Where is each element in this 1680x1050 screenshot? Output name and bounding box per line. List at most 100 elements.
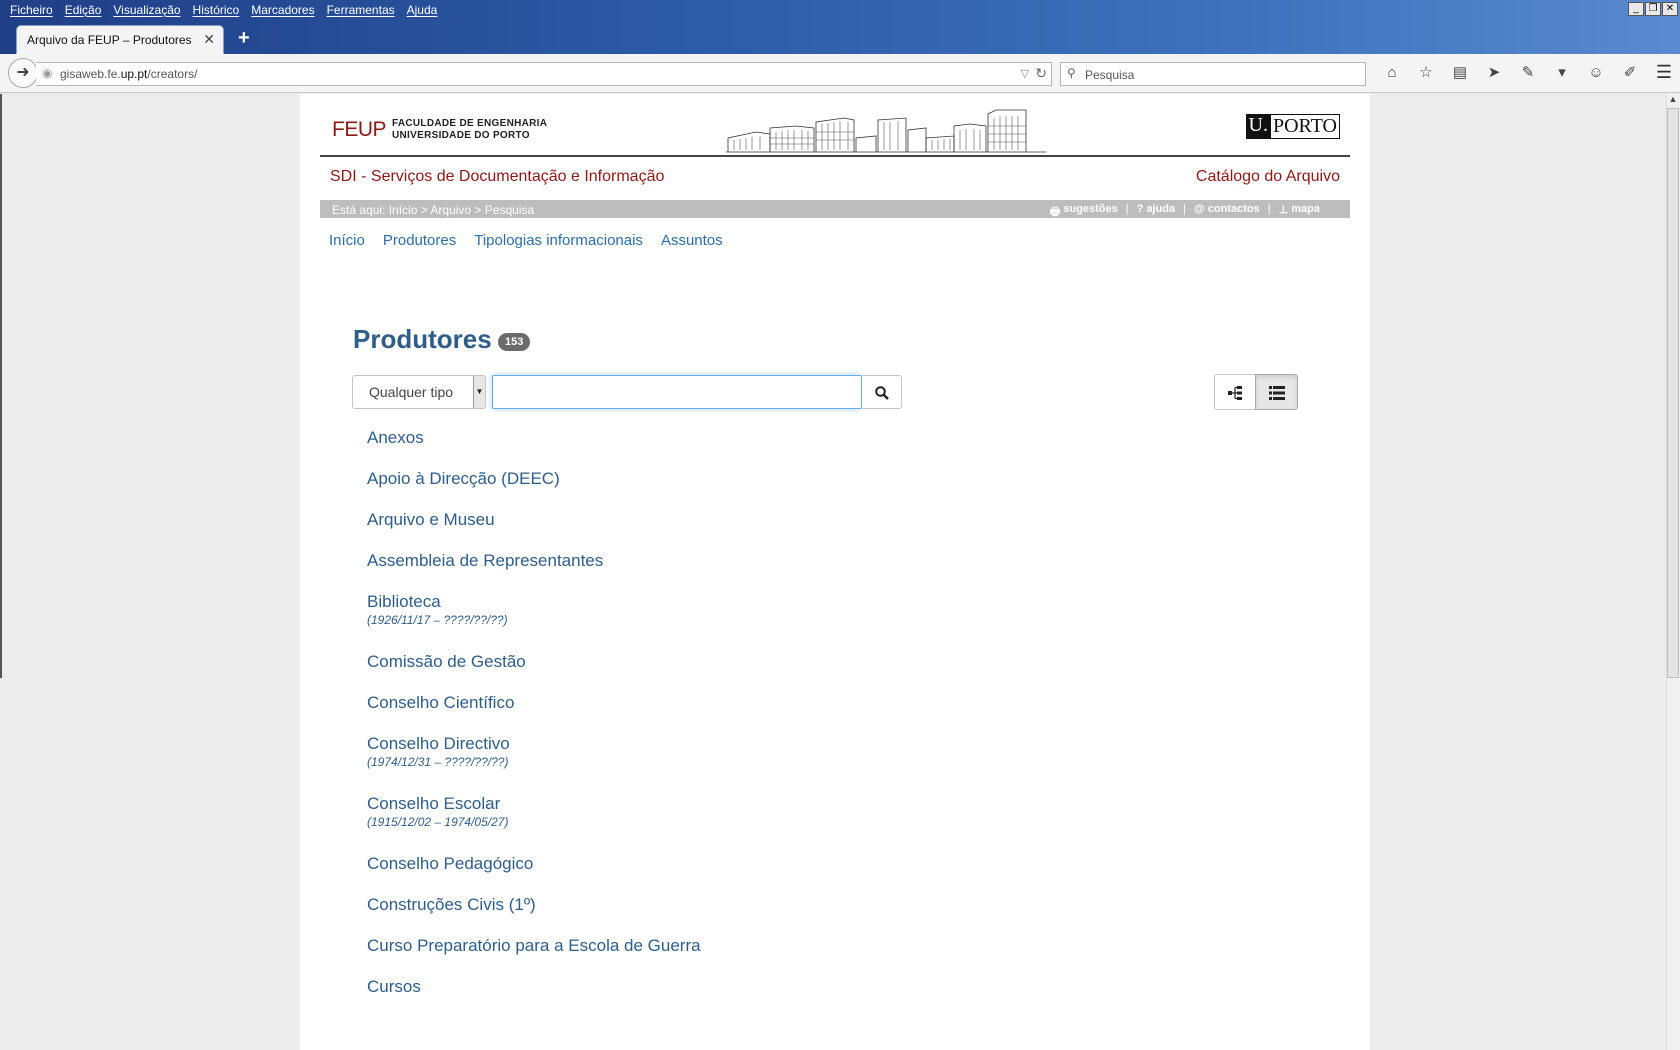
menu-ferramentas[interactable]: Ferramentas (323, 0, 403, 20)
feup-mark: FEUP (332, 118, 387, 141)
new-tab-icon[interactable]: + (238, 27, 250, 50)
list-view-button[interactable] (1255, 374, 1298, 410)
search-input[interactable] (492, 375, 862, 409)
producer-link[interactable]: Comissão de Gestão (367, 652, 701, 672)
menu-marcadores[interactable]: Marcadores (247, 0, 322, 20)
toolbar-icons: ⌂ ☆ ▤ ➤ ✎ ▾ ☺ ✐ (1375, 62, 1647, 86)
scroll-up-arrow-icon[interactable]: ▲ (1666, 94, 1680, 108)
page-content: FEUP FACULDADE DE ENGENHARIA UNIVERSIDADE… (300, 94, 1370, 1050)
tab-title: Arquivo da FEUP – Produtores (27, 33, 192, 47)
bookmark-star-icon[interactable]: ☆ (1409, 62, 1443, 86)
breadcrumb: Está aqui: Início > Arquivo > Pesquisa (332, 203, 535, 217)
producer-link[interactable]: Conselho Directivo (367, 734, 701, 754)
producer-dates: (1915/12/02 – 1974/05/27) (367, 815, 509, 829)
list-item: Conselho Escolar (1915/12/02 – 1974/05/27… (367, 794, 701, 854)
uporto-logo[interactable]: U. PORTO (1245, 114, 1340, 139)
map-link[interactable]: mapa (1291, 203, 1320, 222)
producer-link[interactable]: Cursos (367, 977, 701, 997)
browser-search-bar[interactable]: ⚲ Pesquisa (1060, 62, 1366, 86)
catalogo-title-link[interactable]: Catálogo do Arquivo (1196, 168, 1340, 186)
producer-link[interactable]: Conselho Científico (367, 693, 701, 713)
suggestions-link[interactable]: sugestões (1063, 203, 1117, 222)
menu-ajuda[interactable]: Ajuda (403, 0, 446, 20)
list-item: Conselho Pedagógico (367, 854, 701, 895)
at-icon: @ (1193, 203, 1208, 215)
producer-link[interactable]: Anexos (367, 428, 701, 448)
help-link[interactable]: ajuda (1146, 203, 1175, 222)
type-select-value: Qualquer tipo (369, 384, 454, 400)
nav-tipologias[interactable]: Tipologias informacionais (474, 232, 643, 249)
list-item: Assembleia de Representantes (367, 551, 701, 592)
left-edge (0, 94, 2, 678)
tab-close-icon[interactable]: ✕ (203, 31, 215, 48)
contacts-link[interactable]: contactos (1208, 203, 1260, 222)
magnifier-icon: ⚲ (1067, 66, 1076, 80)
list-item: Comissão de Gestão (367, 652, 701, 693)
producer-dates: (1974/12/31 – ????/??/??) (367, 755, 509, 769)
feup-subtitle: FACULDADE DE ENGENHARIA UNIVERSIDADE DO P… (392, 118, 548, 141)
home-icon[interactable]: ⌂ (1375, 62, 1409, 86)
main-nav: Início Produtores Tipologias informacion… (329, 232, 723, 249)
producer-link[interactable]: Curso Preparatório para a Escola de Guer… (367, 936, 701, 956)
page-title: Produtores (353, 324, 492, 354)
list-item: Arquivo e Museu (367, 510, 701, 551)
menu-visualizacao[interactable]: Visualização (109, 0, 188, 20)
feup-logo[interactable]: FEUP FACULDADE DE ENGENHARIA UNIVERSIDADE… (332, 118, 547, 142)
url-history-dropdown-icon[interactable]: ▽ (1021, 67, 1029, 80)
url-text: gisaweb.fe.up.pt/creators/ (60, 67, 198, 81)
sitemap-tree-icon (1228, 386, 1242, 400)
producers-list: Anexos Apoio à Direcção (DEEC) Arquivo e M… (367, 428, 701, 1018)
sitemap-icon: ⊥ (1278, 204, 1292, 216)
edit-icon[interactable]: ✐ (1613, 62, 1647, 86)
search-button[interactable] (862, 375, 902, 409)
menu-edicao[interactable]: Edição (61, 0, 110, 20)
printer-icon: 🖶 (1049, 206, 1064, 218)
extension-dropdown-icon[interactable]: ▾ (1545, 62, 1579, 86)
hamburger-menu-icon[interactable]: ☰ (1656, 62, 1672, 83)
breadcrumb-bar: Está aqui: Início > Arquivo > Pesquisa 🖶… (320, 200, 1350, 218)
producer-link[interactable]: Construções Civis (1º) (367, 895, 701, 915)
extension-icon[interactable]: ✎ (1511, 62, 1545, 86)
restore-icon[interactable]: ❐ (1645, 2, 1661, 16)
producer-dates: (1926/11/17 – ????/??/??) (367, 613, 508, 627)
producer-link[interactable]: Conselho Escolar (367, 794, 701, 814)
back-arrow-icon[interactable]: ➜ (8, 58, 38, 88)
minimize-icon[interactable]: _ (1628, 2, 1644, 16)
list-item: Conselho Científico (367, 693, 701, 734)
browser-titlebar: Ficheiro Edição Visualização Histórico M… (0, 0, 1680, 54)
search-icon (875, 386, 889, 400)
window-controls: _ ❐ ✕ (1628, 2, 1678, 16)
send-icon[interactable]: ➤ (1477, 62, 1511, 86)
producer-link[interactable]: Apoio à Direcção (DEEC) (367, 469, 701, 489)
utility-links: 🖶 sugestões | ? ajuda | @ contactos | ⊥ … (1050, 203, 1320, 222)
producer-link[interactable]: Arquivo e Museu (367, 510, 701, 530)
list-item: Conselho Directivo (1974/12/31 – ????/??/… (367, 734, 701, 794)
producer-link[interactable]: Biblioteca (367, 592, 701, 612)
nav-assuntos[interactable]: Assuntos (661, 232, 723, 249)
header-divider (320, 155, 1350, 157)
sdi-title-link[interactable]: SDI - Serviços de Documentação e Informa… (330, 168, 664, 186)
producer-link[interactable]: Assembleia de Representantes (367, 551, 701, 571)
list-item: Curso Preparatório para a Escola de Guer… (367, 936, 701, 977)
buildings-illustration (726, 109, 1046, 153)
menu-ficheiro[interactable]: Ficheiro (6, 0, 61, 20)
tree-view-button[interactable] (1214, 374, 1256, 410)
browser-tab[interactable]: Arquivo da FEUP – Produtores ✕ (16, 25, 224, 54)
close-window-icon[interactable]: ✕ (1662, 2, 1678, 16)
site-info-icon[interactable]: ◉ (42, 66, 52, 80)
scrollbar-thumb[interactable] (1667, 108, 1679, 678)
dropdown-caret-icon[interactable]: ▼ (473, 376, 485, 408)
reading-list-icon[interactable]: ▤ (1443, 62, 1477, 86)
type-select[interactable]: Qualquer tipo ▼ (352, 375, 486, 409)
navigation-toolbar: ➜ ◉ gisaweb.fe.up.pt/creators/ ▽ ↻ ⚲ Pes… (0, 54, 1680, 93)
list-item: Biblioteca (1926/11/17 – ????/??/??) (367, 592, 701, 652)
producer-link[interactable]: Conselho Pedagógico (367, 854, 701, 874)
url-bar[interactable]: ◉ gisaweb.fe.up.pt/creators/ ▽ ↻ (36, 62, 1052, 86)
menu-historico[interactable]: Histórico (189, 0, 248, 20)
list-icon (1269, 386, 1285, 400)
reload-icon[interactable]: ↻ (1035, 65, 1047, 82)
list-item: Anexos (367, 428, 701, 469)
chat-icon[interactable]: ☺ (1579, 62, 1613, 86)
nav-produtores[interactable]: Produtores (383, 232, 456, 249)
nav-inicio[interactable]: Início (329, 232, 365, 249)
